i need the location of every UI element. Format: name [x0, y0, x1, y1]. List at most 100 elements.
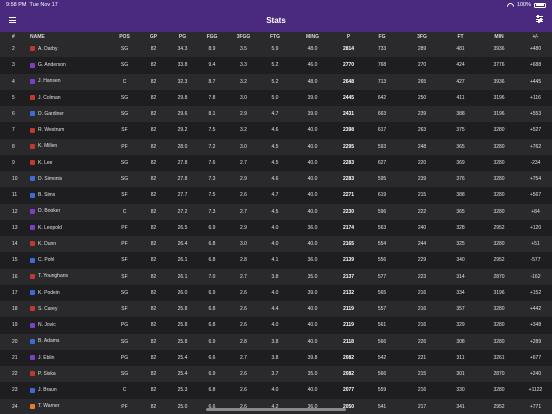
stat-cell-fg: 663	[377, 111, 387, 118]
column-header[interactable]: +/-	[519, 32, 552, 41]
column-header[interactable]: FG	[362, 32, 402, 41]
player-name-cell[interactable]: P. Siska	[30, 366, 110, 382]
table-row[interactable]: 3 G. Anderson SG 82 33.8 9.4 3.3 5.2 46.0 2770 768…	[0, 57, 552, 74]
column-header[interactable]: POS	[110, 32, 139, 41]
player-name-cell[interactable]: J. Colman	[30, 90, 110, 106]
stat-cell-min: 3280	[493, 159, 505, 166]
stat-cell-p: 2165	[342, 241, 355, 248]
player-name-cell[interactable]: C. Pohl	[30, 252, 110, 268]
column-header[interactable]: NAME	[30, 32, 110, 41]
column-header[interactable]: 3FGG	[227, 32, 260, 41]
filter-icon[interactable]	[536, 15, 543, 24]
stat-cell-min: 3280	[493, 127, 505, 134]
table-row[interactable]: 19 N. Jovic PG 82 25.8 6.8 2.6 4.0 40.0 2119 561 21…	[0, 317, 552, 334]
table-row[interactable]: 7 R. Westrum SF 82 29.2 7.5 3.2 4.6 40.0 2398 617 2…	[0, 122, 552, 139]
column-header[interactable]: FTG	[260, 32, 290, 41]
home-indicator[interactable]	[206, 408, 346, 411]
column-header[interactable]: #	[0, 32, 30, 41]
stat-cell-min: 3280	[493, 192, 505, 199]
table-row[interactable]: 17 K. Podein SG 82 26.0 6.9 2.6 4.0 39.0 2132 565 2…	[0, 284, 552, 301]
stat-cell-ft: 376	[456, 176, 465, 183]
table-row[interactable]: 11 B. Sims SF 82 27.7 7.5 2.6 4.7 40.0 2271 619 215…	[0, 187, 552, 204]
stat-cell-tfg: 216	[417, 289, 427, 296]
stat-cell-p: 2445	[342, 94, 355, 101]
table-row[interactable]: 16 T. Younghans SF 82 26.1 7.0 2.7 3.8 35.0 2137 5…	[0, 268, 552, 285]
player-name-cell[interactable]: K. Dunn	[30, 236, 110, 252]
table-row[interactable]: 6 D. Gardiner SG 82 29.6 8.1 2.9 4.7 39.0 2431 663…	[0, 106, 552, 123]
table-row[interactable]: 15 C. Pohl SF 82 26.1 6.8 2.8 4.1 36.0 2139 556 229…	[0, 252, 552, 269]
stat-cell-gp: 82	[150, 371, 157, 378]
column-header[interactable]: 3FG	[402, 32, 442, 41]
player-name-cell[interactable]: D. Gardiner	[30, 106, 110, 122]
player-name-cell[interactable]: J. Eblin	[30, 350, 110, 366]
table-row[interactable]: 10 D. Simonis SG 82 27.8 7.3 2.9 4.6 40.0 2283 595…	[0, 171, 552, 188]
stat-cell-fgg: 8.9	[208, 46, 216, 53]
player-name-cell[interactable]: J. Hansen	[30, 74, 110, 90]
column-header[interactable]: FT	[442, 32, 479, 41]
player-name-cell[interactable]: B. Sims	[30, 187, 110, 203]
table-row[interactable]: 13 K. Leopold PF 82 26.5 6.9 2.9 4.0 36.0 2174 563…	[0, 219, 552, 236]
stat-cell-ft: 340	[456, 257, 465, 264]
column-header[interactable]: MING	[290, 32, 335, 41]
column-header[interactable]: MIN	[479, 32, 519, 41]
player-name-cell[interactable]: A. Darby	[30, 41, 110, 57]
stat-cell-fg: 557	[377, 306, 387, 313]
stat-cell-gp: 82	[150, 322, 157, 329]
stat-cell-pm: +84	[531, 208, 540, 215]
column-header[interactable]: GP	[139, 32, 168, 41]
stat-cell-pos: PF	[121, 143, 128, 150]
stat-cell-ft: 301	[456, 371, 465, 378]
player-name-cell[interactable]: S. Carey	[30, 301, 110, 317]
player-name-cell[interactable]: T. Younghans	[30, 269, 110, 285]
stat-cell-fg: 596	[377, 208, 387, 215]
player-name-cell[interactable]: K. Millen	[30, 139, 110, 155]
player-name-cell[interactable]: G. Anderson	[30, 57, 110, 73]
stat-cell-ming: 48.0	[307, 78, 318, 85]
table-row[interactable]: 5 J. Colman SG 82 29.8 7.8 3.0 5.0 39.0 2445 642 25…	[0, 89, 552, 106]
player-name-cell[interactable]: N. Jovic	[30, 317, 110, 333]
player-name-cell[interactable]: K. Podein	[30, 285, 110, 301]
table-row[interactable]: 23 J. Braun C 82 25.3 6.8 2.6 4.0 40.0 2077 559 216…	[0, 382, 552, 399]
stat-cell-pm: +120	[529, 224, 542, 231]
table-row[interactable]: 12 D. Booker C 82 27.2 7.3 2.7 4.5 40.0 2230 596 22…	[0, 203, 552, 220]
stat-cell-p: 2648	[342, 78, 355, 85]
stat-cell-fgg: 9.4	[208, 62, 216, 69]
player-name-cell[interactable]: K. Leopold	[30, 220, 110, 236]
stat-cell-ming: 39.0	[307, 111, 318, 118]
table-row[interactable]: 2 A. Darby SG 82 34.3 8.9 3.5 5.9 48.0 2814 733 289…	[0, 41, 552, 58]
stat-cell-min: 3280	[493, 387, 505, 394]
player-name: K. Dunn	[38, 240, 57, 247]
table-row[interactable]: 14 K. Dunn PF 82 26.4 6.8 3.0 4.0 40.0 2165 554 244…	[0, 236, 552, 253]
table-row[interactable]: 24 T. Warner PF 82 25.0 6.6 2.6 4.2 36.0 2050 541 2…	[0, 398, 552, 414]
table-row[interactable]: 8 K. Millen PF 82 28.0 7.2 3.0 4.5 40.0 2295 593 24…	[0, 138, 552, 155]
stat-cell-ftg: 4.5	[271, 143, 279, 150]
player-name-cell[interactable]: J. Braun	[30, 382, 110, 398]
table-row[interactable]: 4 J. Hansen C 82 32.3 8.7 3.2 5.2 48.0 2648 713 265…	[0, 73, 552, 90]
player-name-cell[interactable]: T. Warner	[30, 399, 110, 414]
table-row[interactable]: 18 S. Carey SF 82 25.8 6.8 2.6 4.4 40.0 2119 557 21…	[0, 301, 552, 318]
table-row[interactable]: 21 J. Eblin PG 82 25.4 6.6 2.7 3.8 39.8 2082 542 22…	[0, 349, 552, 366]
stat-cell-pg: 33.8	[177, 62, 188, 69]
stat-cell-pm: +567	[529, 192, 542, 199]
stat-cell-pm: +677	[529, 354, 542, 361]
stat-cell-pg: 25.3	[177, 387, 188, 394]
column-header[interactable]: FGG	[197, 32, 227, 41]
column-header[interactable]: P	[335, 32, 362, 41]
stat-cell-gp: 82	[150, 111, 157, 118]
table-row[interactable]: 22 P. Siska SG 82 25.4 6.9 2.6 3.7 35.0 2082 566 21…	[0, 366, 552, 383]
stat-cell-fg: 559	[377, 387, 387, 394]
stat-cell-pos: SG	[120, 176, 129, 183]
player-name-cell[interactable]: D. Simonis	[30, 171, 110, 187]
player-name-cell[interactable]: B. Adams	[30, 334, 110, 350]
table-row[interactable]: 9 K. Lee SG 82 27.8 7.6 2.7 4.5 40.0 2283 627 220 36…	[0, 154, 552, 171]
player-name-cell[interactable]: D. Booker	[30, 204, 110, 220]
team-logo-icon	[30, 95, 35, 101]
column-header[interactable]: PG	[168, 32, 197, 41]
table-row[interactable]: 20 B. Adams SG 82 25.8 6.9 2.8 3.8 40.0 2118 566 22…	[0, 333, 552, 350]
stats-table-container[interactable]: # NAME POS GP PG FGG 3FGG FTG MING P FG 3FG FT MIN +/-…	[0, 32, 552, 414]
player-name-cell[interactable]: R. Westrum	[30, 122, 110, 138]
player-name-cell[interactable]: K. Lee	[30, 155, 110, 171]
stat-cell-min: 2952	[493, 224, 505, 231]
stat-cell-ftg: 4.4	[271, 306, 279, 313]
team-logo-icon	[30, 46, 35, 52]
